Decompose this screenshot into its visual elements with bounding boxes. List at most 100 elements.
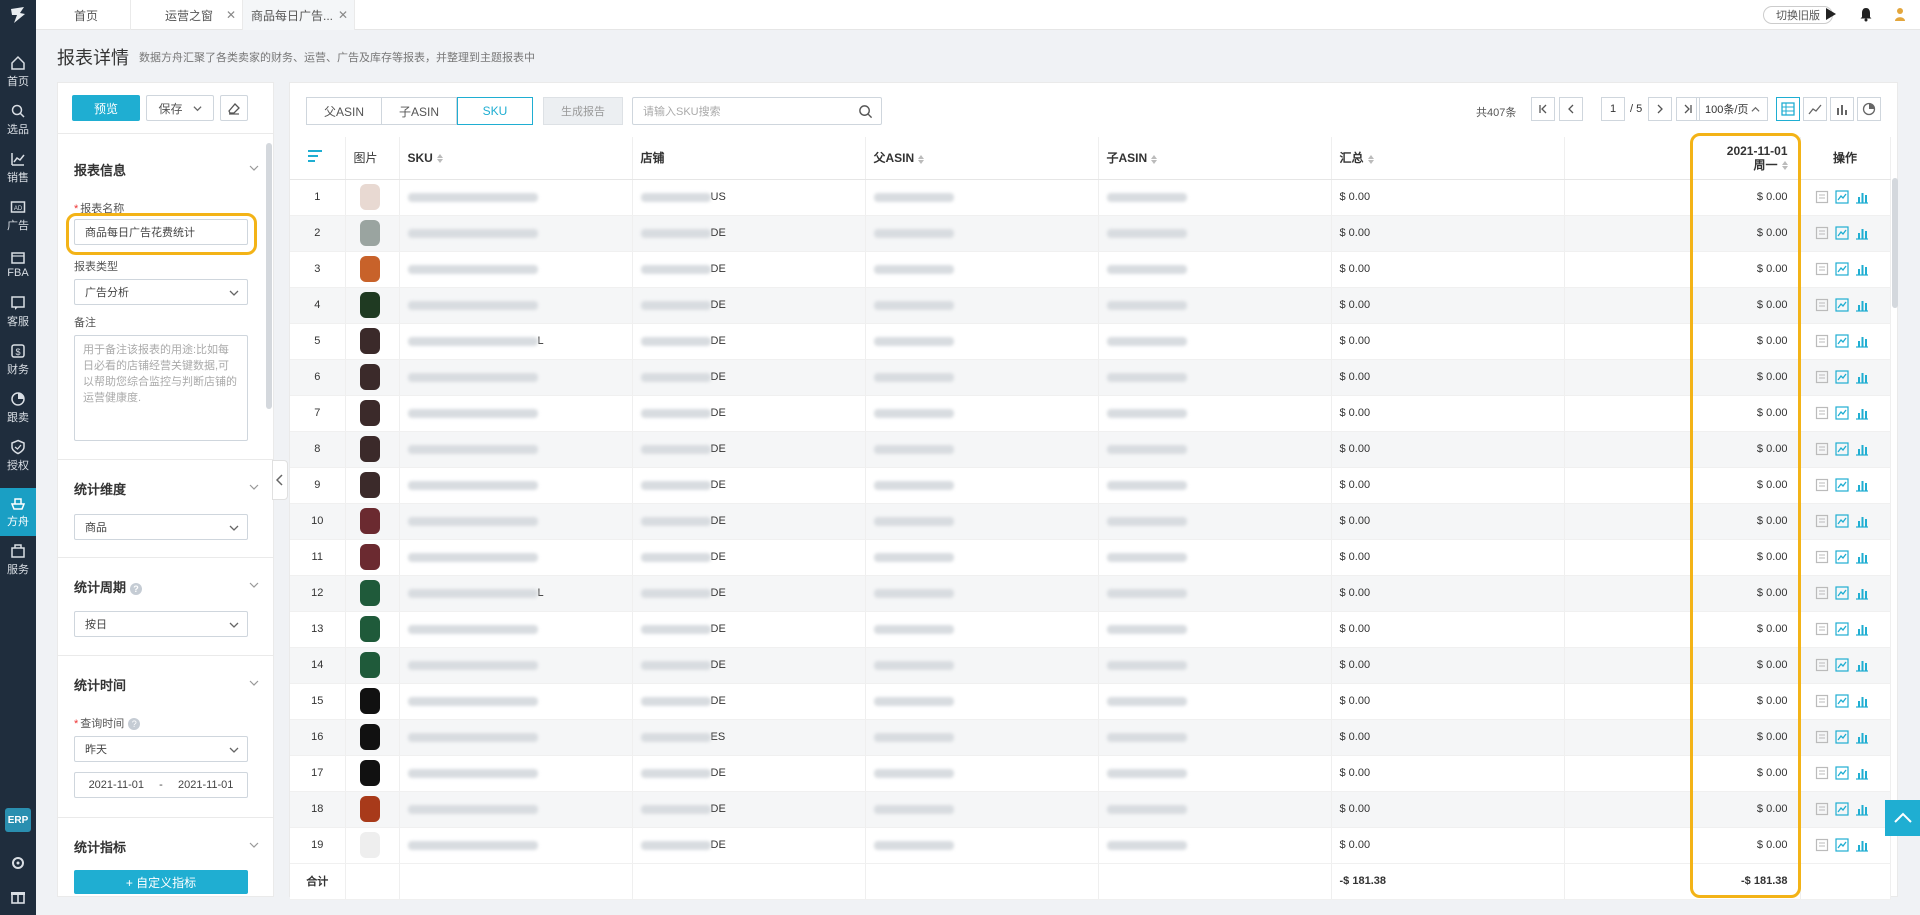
detail-icon[interactable] bbox=[1815, 802, 1829, 816]
table-row[interactable]: 17 DE $ 0.00 $ 0.00 bbox=[290, 755, 1891, 792]
detail-icon[interactable] bbox=[1815, 658, 1829, 672]
bar-chart-icon[interactable] bbox=[1855, 658, 1869, 672]
panel-scrollbar[interactable] bbox=[266, 143, 272, 409]
product-image-cell[interactable] bbox=[345, 431, 400, 468]
product-image-cell[interactable] bbox=[345, 575, 400, 612]
date-start[interactable]: 2021-11-01 bbox=[89, 779, 144, 791]
chevron-down-icon[interactable] bbox=[249, 840, 259, 850]
table-row[interactable]: 16 ES $ 0.00 $ 0.00 bbox=[290, 719, 1891, 756]
bar-chart-icon[interactable] bbox=[1855, 442, 1869, 456]
save-button[interactable]: 保存 bbox=[146, 95, 214, 121]
column-settings[interactable] bbox=[290, 137, 346, 180]
product-thumbnail[interactable] bbox=[359, 580, 380, 606]
detail-icon[interactable] bbox=[1815, 550, 1829, 564]
erp-badge[interactable]: ERP bbox=[5, 808, 31, 832]
prev-page-button[interactable] bbox=[1559, 97, 1583, 121]
detail-icon[interactable] bbox=[1815, 226, 1829, 240]
bar-chart-icon[interactable] bbox=[1855, 406, 1869, 420]
bar-chart-icon[interactable] bbox=[1855, 550, 1869, 564]
detail-icon[interactable] bbox=[1815, 514, 1829, 528]
chevron-down-icon[interactable] bbox=[249, 678, 259, 688]
date-end[interactable]: 2021-11-01 bbox=[178, 779, 233, 791]
trend-icon[interactable] bbox=[1834, 406, 1849, 420]
sort-icon[interactable] bbox=[1781, 161, 1788, 171]
product-image-cell[interactable] bbox=[345, 827, 400, 864]
trend-icon[interactable] bbox=[1834, 586, 1849, 600]
product-thumbnail[interactable] bbox=[359, 436, 380, 462]
trend-icon[interactable] bbox=[1834, 622, 1849, 636]
preview-button[interactable]: 预览 bbox=[72, 95, 140, 121]
nav-item-7[interactable]: 跟卖 bbox=[0, 384, 36, 432]
trend-icon[interactable] bbox=[1834, 550, 1849, 564]
tab-report[interactable]: 商品每日广告... ✕ bbox=[243, 0, 355, 30]
nav-item-9[interactable]: 方舟 bbox=[0, 488, 36, 536]
product-image-cell[interactable] bbox=[345, 755, 400, 792]
nav-item-2[interactable]: 销售 bbox=[0, 144, 36, 192]
product-thumbnail[interactable] bbox=[359, 544, 380, 570]
product-thumbnail[interactable] bbox=[359, 652, 380, 678]
product-image-cell[interactable] bbox=[345, 611, 400, 648]
product-image-cell[interactable] bbox=[345, 683, 400, 720]
bar-chart-icon[interactable] bbox=[1855, 586, 1869, 600]
nav-item-4[interactable]: FBA bbox=[0, 240, 36, 288]
table-row[interactable]: 5 L DE $ 0.00 $ 0.00 bbox=[290, 323, 1891, 360]
trend-icon[interactable] bbox=[1834, 262, 1849, 276]
bar-chart-icon[interactable] bbox=[1855, 334, 1869, 348]
product-thumbnail[interactable] bbox=[359, 832, 380, 858]
trend-icon[interactable] bbox=[1834, 802, 1849, 816]
detail-icon[interactable] bbox=[1815, 622, 1829, 636]
bar-chart-icon[interactable] bbox=[1855, 838, 1869, 852]
generate-report-button[interactable]: 生成报告 bbox=[543, 97, 623, 125]
segment-child-asin[interactable]: 子ASIN bbox=[381, 97, 457, 125]
line-view-button[interactable] bbox=[1803, 97, 1827, 121]
product-thumbnail[interactable] bbox=[359, 328, 380, 354]
detail-icon[interactable] bbox=[1815, 190, 1829, 204]
product-image-cell[interactable] bbox=[345, 791, 400, 828]
header-child-asin[interactable]: 子ASIN bbox=[1098, 137, 1332, 180]
table-row[interactable]: 6 DE $ 0.00 $ 0.00 bbox=[290, 359, 1891, 396]
header-sku[interactable]: SKU bbox=[399, 137, 633, 180]
nav-item-10[interactable]: 服务 bbox=[0, 536, 36, 584]
table-row[interactable]: 3 DE $ 0.00 $ 0.00 bbox=[290, 251, 1891, 288]
table-row[interactable]: 8 DE $ 0.00 $ 0.00 bbox=[290, 431, 1891, 468]
table-row[interactable]: 13 DE $ 0.00 $ 0.00 bbox=[290, 611, 1891, 648]
trend-icon[interactable] bbox=[1834, 838, 1849, 852]
bar-chart-icon[interactable] bbox=[1855, 514, 1869, 528]
page-size-select[interactable]: 100条/页 bbox=[1696, 97, 1768, 121]
sku-search-input[interactable]: 请输入SKU搜索 bbox=[632, 97, 882, 125]
product-image-cell[interactable] bbox=[345, 359, 400, 396]
trend-icon[interactable] bbox=[1834, 766, 1849, 780]
bar-chart-icon[interactable] bbox=[1855, 694, 1869, 708]
bar-chart-icon[interactable] bbox=[1855, 802, 1869, 816]
sort-icon[interactable] bbox=[1151, 154, 1158, 164]
detail-icon[interactable] bbox=[1815, 442, 1829, 456]
product-thumbnail[interactable] bbox=[359, 364, 380, 390]
bar-chart-icon[interactable] bbox=[1855, 766, 1869, 780]
product-thumbnail[interactable] bbox=[359, 256, 380, 282]
trend-icon[interactable] bbox=[1834, 298, 1849, 312]
bar-chart-icon[interactable] bbox=[1855, 262, 1869, 276]
product-image-cell[interactable] bbox=[345, 395, 400, 432]
bar-chart-icon[interactable] bbox=[1855, 730, 1869, 744]
detail-icon[interactable] bbox=[1815, 262, 1829, 276]
tab-home[interactable]: 首页 bbox=[36, 0, 131, 30]
product-image-cell[interactable] bbox=[345, 215, 400, 252]
detail-icon[interactable] bbox=[1815, 694, 1829, 708]
pie-view-button[interactable] bbox=[1857, 97, 1881, 121]
product-thumbnail[interactable] bbox=[359, 220, 380, 246]
table-view-button[interactable] bbox=[1776, 97, 1800, 121]
detail-icon[interactable] bbox=[1815, 406, 1829, 420]
table-row[interactable]: 2 DE $ 0.00 $ 0.00 bbox=[290, 215, 1891, 252]
header-date[interactable]: 2021-11-01 周一 bbox=[1564, 137, 1801, 180]
bar-chart-icon[interactable] bbox=[1855, 478, 1869, 492]
header-parent-asin[interactable]: 父ASIN bbox=[865, 137, 1099, 180]
header-total[interactable]: 汇总 bbox=[1331, 137, 1565, 180]
bar-chart-icon[interactable] bbox=[1855, 370, 1869, 384]
tab-ops-window[interactable]: 运营之窗 ✕ bbox=[131, 0, 243, 30]
trend-icon[interactable] bbox=[1834, 514, 1849, 528]
product-image-cell[interactable] bbox=[345, 647, 400, 684]
table-row[interactable]: 15 DE $ 0.00 $ 0.00 bbox=[290, 683, 1891, 720]
settings-icon[interactable] bbox=[10, 855, 26, 871]
trend-icon[interactable] bbox=[1834, 658, 1849, 672]
table-row[interactable]: 7 DE $ 0.00 $ 0.00 bbox=[290, 395, 1891, 432]
